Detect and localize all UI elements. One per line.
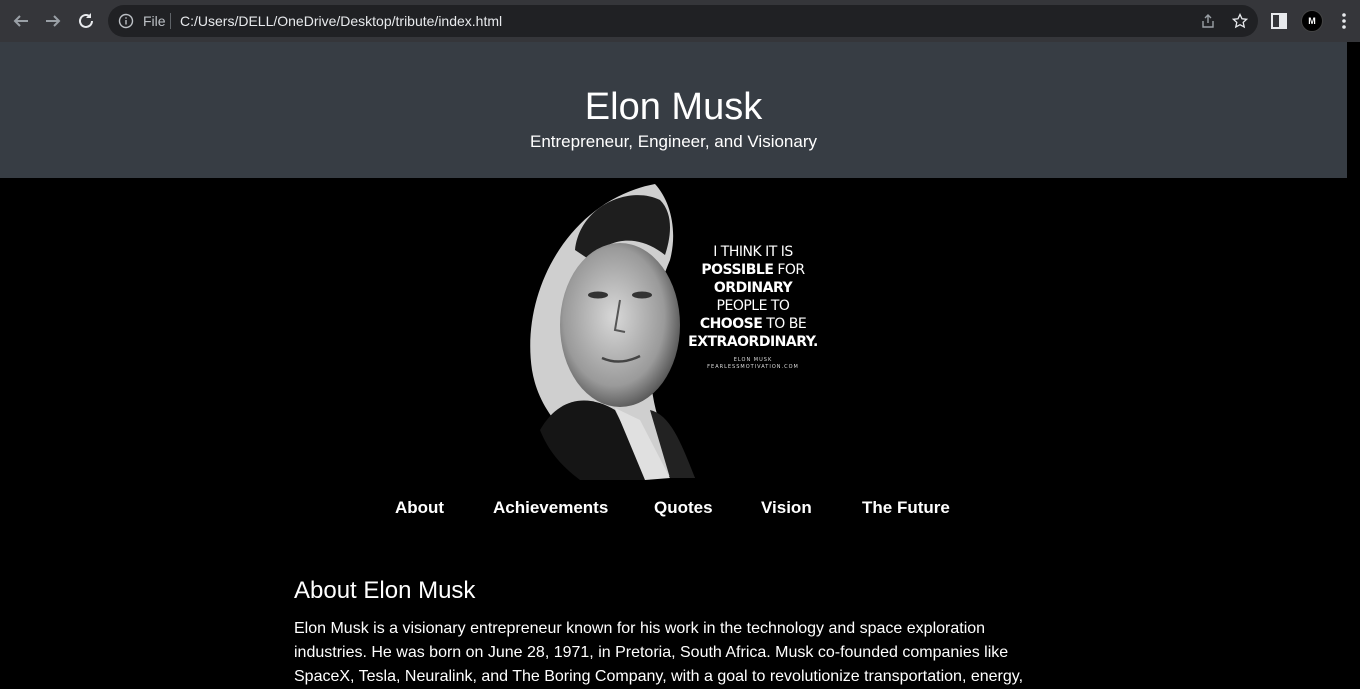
info-icon[interactable] [118, 13, 134, 29]
back-button[interactable] [9, 9, 33, 33]
nav-link-achievements[interactable]: Achievements [493, 498, 608, 518]
page-subtitle: Entrepreneur, Engineer, and Visionary [530, 132, 817, 151]
nav-link-the-future[interactable]: The Future [862, 498, 950, 518]
side-panel-icon[interactable] [1269, 11, 1289, 31]
bookmark-star-icon[interactable] [1232, 13, 1248, 29]
page-title: Elon Musk [584, 86, 763, 128]
reload-icon [79, 13, 93, 28]
about-heading: About Elon Musk [294, 577, 476, 604]
main-nav: About Achievements Quotes Vision The Fut… [0, 498, 1347, 520]
share-icon[interactable] [1200, 13, 1216, 29]
forward-button[interactable] [41, 9, 65, 33]
address-divider [170, 13, 171, 29]
quote-rest: TO BE [762, 316, 807, 332]
quote-rest: FOR [773, 262, 805, 278]
nav-link-vision[interactable]: Vision [761, 498, 812, 518]
about-paragraph: Elon Musk is a visionary entrepreneur kn… [294, 620, 1024, 685]
back-arrow-icon [13, 15, 28, 27]
file-scheme-label: File [143, 13, 166, 29]
more-menu-icon[interactable] [1334, 11, 1354, 31]
quote-line: POSSIBLE FOR [676, 261, 830, 279]
quote-attribution: ELON MUSK [733, 357, 773, 363]
quote-line: PEOPLE TO [716, 298, 790, 314]
url-text[interactable]: C:/Users/DELL/OneDrive/Desktop/tribute/i… [180, 13, 502, 29]
nav-link-quotes[interactable]: Quotes [654, 498, 713, 518]
quote-source: FEARLESSMOTIVATION.COM [707, 364, 799, 370]
page-scrollbar[interactable] [1347, 42, 1360, 687]
browser-toolbar: File C:/Users/DELL/OneDrive/Desktop/trib… [0, 0, 1360, 42]
quote-line: EXTRAORDINARY. [688, 334, 818, 350]
forward-arrow-icon [46, 15, 61, 27]
quote-bold: CHOOSE [699, 316, 763, 332]
quote-line: I THINK IT IS [713, 244, 793, 260]
profile-avatar[interactable]: M [1301, 10, 1323, 32]
address-bar[interactable]: File C:/Users/DELL/OneDrive/Desktop/trib… [108, 5, 1258, 37]
site-header: Elon Musk Entrepreneur, Engineer, and Vi… [0, 42, 1347, 178]
hero-quote: I THINK IT IS POSSIBLE FOR ORDINARY PEOP… [676, 243, 830, 371]
hero-image: I THINK IT IS POSSIBLE FOR ORDINARY PEOP… [520, 180, 830, 480]
nav-link-about[interactable]: About [395, 498, 444, 518]
quote-line: CHOOSE TO BE [676, 315, 830, 333]
reload-button[interactable] [74, 9, 98, 33]
quote-line: ORDINARY [713, 280, 793, 296]
quote-bold: POSSIBLE [701, 262, 774, 278]
